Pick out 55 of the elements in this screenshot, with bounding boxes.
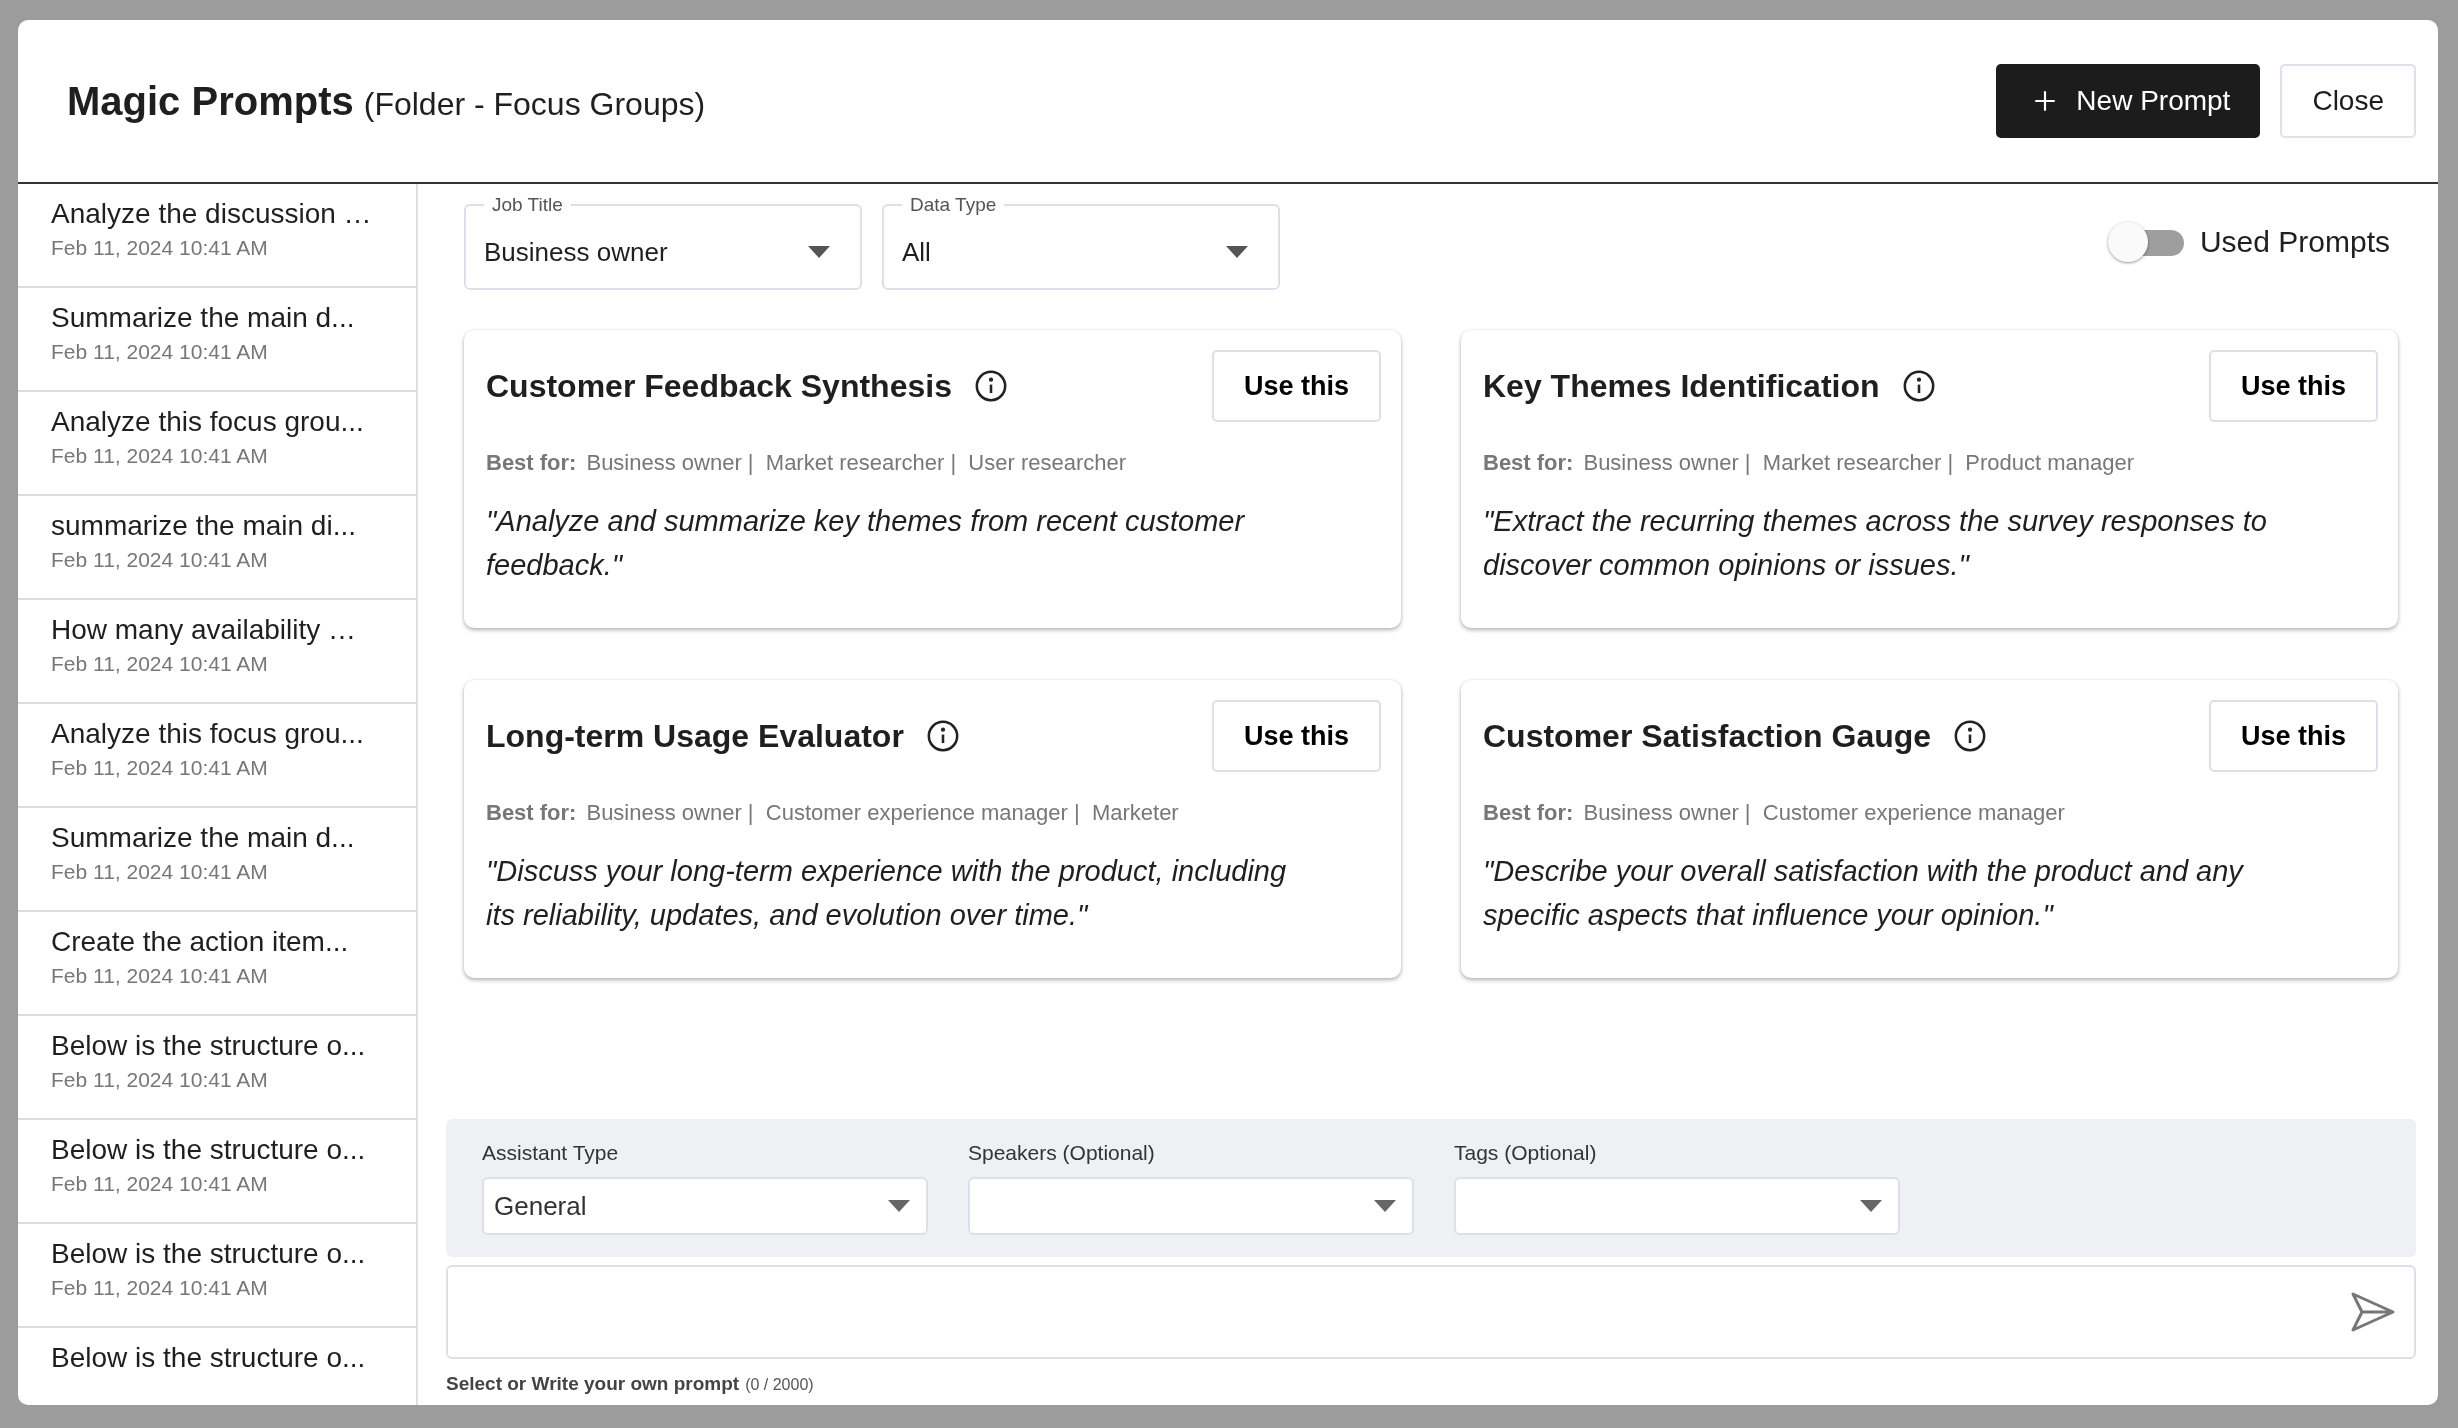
card-title: Customer Feedback Synthesis bbox=[486, 367, 952, 405]
best-for-roles: Business owner | Market researcher | Product manager bbox=[1583, 450, 2135, 476]
best-for-roles: Business owner | Customer experience manager | Marketer bbox=[586, 800, 1179, 826]
option-label: Assistant Type bbox=[482, 1141, 620, 1165]
caret-icon bbox=[1374, 1200, 1396, 1212]
prompt-history-item[interactable]: summarize the main di... Feb 11, 2024 10:41 AM bbox=[18, 496, 416, 600]
card-title: Customer Satisfaction Gauge bbox=[1483, 717, 1932, 755]
send-icon[interactable] bbox=[2350, 1291, 2396, 1333]
prompt-history-item[interactable]: Summarize the main d... Feb 11, 2024 10:41 AM bbox=[18, 808, 416, 912]
prompt-quote: "Analyze and summarize key themes from recent customer feedback." bbox=[486, 504, 1246, 583]
use-this-button[interactable]: Use this bbox=[1211, 350, 1381, 422]
use-this-button[interactable]: Use this bbox=[2208, 350, 2378, 422]
best-for-roles: Business owner | Market researcher | User researcher bbox=[586, 450, 1127, 476]
info-icon[interactable] bbox=[925, 719, 960, 753]
card-title: Long-term Usage Evaluator bbox=[486, 717, 904, 755]
prompt-input-field[interactable] bbox=[446, 1265, 2416, 1359]
best-for-roles: Business owner | Customer experience manager bbox=[1583, 800, 2065, 826]
use-this-button[interactable]: Use this bbox=[1211, 700, 1381, 772]
prompt-history-item[interactable]: Below is the structure o... Feb 11, 2024 10:41 AM bbox=[18, 1016, 416, 1120]
prompt-caption: Select or Write your own prompt bbox=[446, 1373, 740, 1395]
prompt-history-item[interactable]: Create the action item... Feb 11, 2024 10:41 AM bbox=[18, 912, 416, 1016]
caret-icon bbox=[1226, 246, 1248, 258]
character-counter: (0 / 2000) bbox=[745, 1376, 814, 1394]
option-label: Tags (Optional) bbox=[1454, 1141, 1598, 1165]
caret-icon bbox=[1860, 1200, 1882, 1212]
prompt-quote: "Describe your overall satisfaction with the product and any specific aspects that influence your opinion." bbox=[1483, 854, 2245, 933]
prompt-history-item[interactable]: Analyze this focus grou... Feb 11, 2024 10:41 AM bbox=[18, 704, 416, 808]
prompt-history-item[interactable]: How many availability … Feb 11, 2024 10:41 AM bbox=[18, 600, 416, 704]
dialog-title: Magic Prompts bbox=[67, 78, 354, 124]
toggle-label: Used Prompts bbox=[2199, 225, 2390, 259]
card-title: Key Themes Identification bbox=[1483, 367, 1880, 405]
prompt-history-item[interactable]: Summarize the main d... Feb 11, 2024 10:41 AM bbox=[18, 288, 416, 392]
caret-icon bbox=[888, 1200, 910, 1212]
info-icon[interactable] bbox=[1953, 719, 1988, 753]
prompt-history-item[interactable]: Analyze the discussion … Feb 11, 2024 10:41 AM bbox=[18, 184, 416, 288]
info-icon[interactable] bbox=[1901, 369, 1936, 403]
new-prompt-button[interactable]: New Prompt bbox=[1996, 64, 2261, 138]
toggle-switch[interactable] bbox=[2107, 222, 2184, 262]
use-this-button[interactable]: Use this bbox=[2208, 700, 2378, 772]
prompt-quote: "Discuss your long-term experience with the product, including its reliability, updates, and evolution over time." bbox=[486, 854, 1288, 933]
info-icon[interactable] bbox=[973, 369, 1008, 403]
dropdown-select[interactable]: General bbox=[482, 1177, 928, 1235]
caret-icon bbox=[808, 246, 830, 258]
prompt-history-item[interactable]: Below is the structure o... Feb 11, 2024 10:41 AM bbox=[18, 1120, 416, 1224]
prompt-history-item[interactable]: Analyze this focus grou... Feb 11, 2024 10:41 AM bbox=[18, 392, 416, 496]
prompt-history-item[interactable]: Below is the structure o... bbox=[18, 1328, 416, 1405]
close-button[interactable]: Close bbox=[2280, 64, 2416, 138]
best-for-label: Best for: bbox=[1483, 450, 1574, 476]
best-for-label: Best for: bbox=[1483, 800, 1574, 826]
best-for-label: Best for: bbox=[486, 800, 577, 826]
prompt-quote: "Extract the recurring themes across the survey responses to discover common opinions or issues." bbox=[1483, 504, 2268, 583]
prompt-history-item[interactable]: Below is the structure o... Feb 11, 2024 10:41 AM bbox=[18, 1224, 416, 1328]
best-for-label: Best for: bbox=[486, 450, 577, 476]
option-label: Speakers (Optional) bbox=[968, 1141, 1156, 1165]
dialog-subtitle: (Folder - Focus Groups) bbox=[363, 85, 706, 123]
